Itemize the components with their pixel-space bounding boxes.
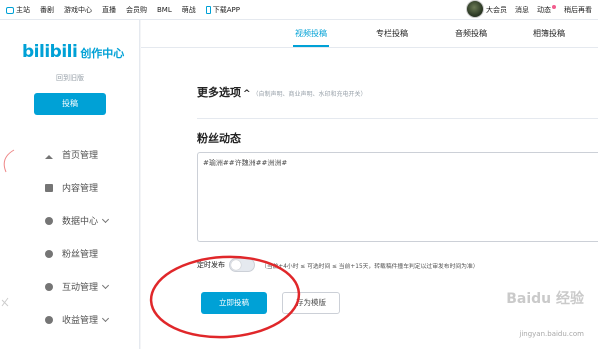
more-options-hint: （自制声明、商业声明、水印和充电开关） bbox=[252, 91, 367, 98]
tv-icon bbox=[6, 6, 14, 14]
sidebar-submit-button[interactable]: 投稿 bbox=[34, 93, 106, 115]
notification-dot bbox=[552, 5, 556, 9]
document-icon bbox=[45, 183, 53, 192]
nav-messages[interactable]: 消息 bbox=[515, 5, 529, 15]
interaction-icon bbox=[45, 282, 53, 291]
scheduled-publish-toggle[interactable] bbox=[229, 258, 255, 272]
chevron-down-icon bbox=[101, 314, 110, 322]
divider bbox=[197, 118, 598, 119]
chevron-up-icon: ^ bbox=[243, 89, 251, 99]
nav-download-app[interactable]: 下载APP bbox=[205, 5, 240, 15]
tab-album-upload[interactable]: 相簿投稿 bbox=[533, 28, 565, 39]
nav-watch-later[interactable]: 稍后再看 bbox=[564, 5, 592, 15]
toggle-knob bbox=[231, 260, 241, 270]
sidebar-item-income[interactable]: 收益管理 bbox=[45, 303, 110, 336]
nav-anime[interactable]: 番剧 bbox=[40, 5, 54, 15]
submit-now-button[interactable]: 立即投稿 bbox=[201, 292, 267, 314]
fans-icon bbox=[45, 249, 53, 258]
tab-audio-upload[interactable]: 音频投稿 bbox=[455, 28, 487, 39]
active-tab-indicator bbox=[293, 45, 329, 47]
back-to-old-version-link[interactable]: 回到旧版 bbox=[0, 73, 140, 83]
chevron-down-icon bbox=[101, 215, 110, 223]
baidu-jingyan-watermark: Baidu 经验 bbox=[506, 291, 584, 307]
upload-tabs: 视频投稿 专栏投稿 音频投稿 相簿投稿 bbox=[141, 20, 598, 48]
top-nav-links: 主站 番剧 游戏中心 直播 会员购 BML 萌战 下载APP bbox=[6, 5, 240, 15]
scheduled-publish-row: 定时发布 （当前+4小时 ≤ 可选时间 ≤ 当前+15天，转载稿件撞车判定以过审… bbox=[197, 258, 479, 272]
nav-live[interactable]: 直播 bbox=[102, 5, 116, 15]
home-icon bbox=[45, 151, 53, 159]
scheduled-publish-note: （当前+4小时 ≤ 可选时间 ≤ 当前+15天，转载稿件撞车判定以过审发布时间为… bbox=[261, 263, 479, 270]
sidebar-menu: 首页管理 内容管理 数据中心 粉丝管理 互动管理 收益管理 bbox=[45, 138, 110, 336]
sidebar-item-fans[interactable]: 粉丝管理 bbox=[45, 237, 108, 270]
income-icon bbox=[45, 315, 53, 324]
sidebar: bilibili 创作中心 回到旧版 投稿 首页管理 内容管理 数据中心 粉丝管理… bbox=[0, 20, 140, 349]
sidebar-item-interaction[interactable]: 互动管理 bbox=[45, 270, 110, 303]
user-avatar[interactable] bbox=[466, 0, 484, 18]
nav-game-center[interactable]: 游戏中心 bbox=[64, 5, 92, 15]
sidebar-item-data[interactable]: 数据中心 bbox=[45, 204, 110, 237]
tab-article-upload[interactable]: 专栏投稿 bbox=[376, 28, 408, 39]
nav-dynamics[interactable]: 动态 bbox=[537, 5, 556, 15]
fans-dynamic-title: 粉丝动态 bbox=[197, 132, 241, 145]
nav-home[interactable]: 主站 bbox=[6, 5, 30, 15]
sidebar-item-home[interactable]: 首页管理 bbox=[45, 138, 108, 171]
watermark-url: jingyan.baidu.com bbox=[519, 330, 584, 338]
bilibili-logo[interactable]: bilibili 创作中心 bbox=[22, 42, 124, 62]
top-navbar: 主站 番剧 游戏中心 直播 会员购 BML 萌战 下载APP 大会员 消息 动态… bbox=[0, 0, 598, 20]
data-icon bbox=[45, 216, 53, 225]
nav-mengzhan[interactable]: 萌战 bbox=[182, 5, 196, 15]
save-as-template-button[interactable]: 存为模版 bbox=[282, 292, 340, 314]
tab-video-upload[interactable]: 视频投稿 bbox=[295, 28, 327, 39]
sidebar-item-content[interactable]: 内容管理 bbox=[45, 171, 108, 204]
nav-vip[interactable]: 大会员 bbox=[486, 5, 507, 15]
more-options-toggle[interactable]: 更多选项 ^ （自制声明、商业声明、水印和充电开关） bbox=[197, 84, 367, 100]
fans-dynamic-input[interactable]: #瑜洲##许魏洲##洲洲# bbox=[197, 152, 598, 242]
chevron-down-icon bbox=[101, 281, 110, 289]
top-right-links: 大会员 消息 动态 稍后再看 bbox=[486, 5, 592, 15]
scheduled-publish-label: 定时发布 bbox=[197, 261, 225, 269]
phone-icon bbox=[205, 6, 211, 14]
nav-shop[interactable]: 会员购 bbox=[126, 5, 147, 15]
nav-bml[interactable]: BML bbox=[157, 6, 172, 14]
